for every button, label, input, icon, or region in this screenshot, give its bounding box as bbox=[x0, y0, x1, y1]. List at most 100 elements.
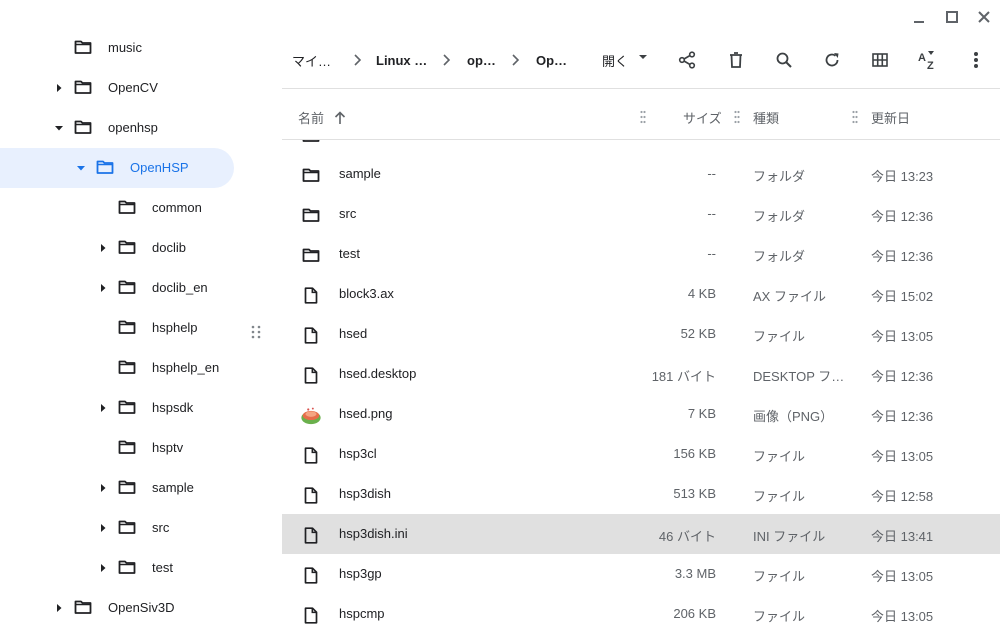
breadcrumb-item-my-files[interactable]: マイ… bbox=[292, 40, 331, 80]
file-type: ファイル bbox=[753, 569, 806, 584]
table-row[interactable]: test -- フォルダ 今日 12:36 bbox=[282, 234, 1000, 274]
column-size-header[interactable]: サイズ bbox=[683, 108, 722, 127]
sidebar-item-hspsdk[interactable]: hspsdk bbox=[0, 388, 234, 428]
column-date-header[interactable]: 更新日 bbox=[871, 108, 910, 127]
expand-arrow-down-icon[interactable] bbox=[54, 123, 64, 133]
table-row[interactable]: hsed.desktop 181 バイト DESKTOP フ… 今日 12:36 bbox=[282, 354, 1000, 394]
table-row[interactable]: hsed 52 KB ファイル 今日 13:05 bbox=[282, 314, 1000, 354]
sidebar-item-doclib_en[interactable]: doclib_en bbox=[0, 268, 234, 308]
column-name-header[interactable]: 名前 bbox=[298, 108, 346, 127]
table-row[interactable]: hsed.png 7 KB 画像（PNG） 今日 12:36 bbox=[282, 394, 1000, 434]
close-button[interactable] bbox=[973, 6, 995, 28]
file-size: 181 バイト bbox=[651, 369, 716, 384]
image-thumbnail-icon bbox=[300, 404, 322, 426]
chevron-right-icon bbox=[353, 40, 363, 80]
expand-arrow-right-icon[interactable] bbox=[98, 243, 108, 253]
breadcrumb-item-openhsp[interactable]: op… bbox=[467, 40, 496, 80]
chevron-right-icon bbox=[511, 40, 521, 80]
file-date: 今日 12:36 bbox=[871, 369, 934, 384]
refresh-button[interactable] bbox=[820, 48, 844, 72]
expand-arrow-right-icon[interactable] bbox=[98, 403, 108, 413]
folder-icon bbox=[118, 559, 138, 577]
file-name: hsp3gp bbox=[339, 566, 382, 581]
file-type: AX ファイル bbox=[753, 289, 826, 304]
table-row[interactable]: block3.ax 4 KB AX ファイル 今日 15:02 bbox=[282, 274, 1000, 314]
sidebar-item-hsphelp[interactable]: hsphelp bbox=[0, 308, 234, 348]
file-icon bbox=[300, 364, 322, 386]
folder-icon bbox=[118, 519, 138, 537]
file-icon bbox=[300, 444, 322, 466]
sort-button[interactable]: A Z bbox=[916, 48, 940, 72]
sidebar-item-openhsp[interactable]: OpenHSP bbox=[0, 148, 234, 188]
file-size: -- bbox=[707, 166, 716, 181]
expand-arrow-right-icon[interactable] bbox=[98, 563, 108, 573]
more-options-button[interactable] bbox=[964, 48, 988, 72]
sidebar-item-src[interactable]: src bbox=[0, 508, 234, 548]
sidebar-item-opencv[interactable]: OpenCV bbox=[0, 68, 234, 108]
table-row[interactable]: sample -- フォルダ 今日 13:23 bbox=[282, 154, 1000, 194]
file-size: -- bbox=[707, 206, 716, 221]
sidebar-item-sample[interactable]: sample bbox=[0, 468, 234, 508]
splitter-grip-icon[interactable] bbox=[250, 325, 262, 339]
sidebar-item-label: common bbox=[152, 200, 202, 215]
delete-button[interactable] bbox=[724, 48, 748, 72]
table-row[interactable]: src -- フォルダ 今日 12:36 bbox=[282, 194, 1000, 234]
sidebar-item-label: test bbox=[152, 560, 173, 575]
maximize-icon bbox=[946, 11, 958, 23]
table-row[interactable]: hspcmp 206 KB ファイル 今日 13:05 bbox=[282, 594, 1000, 632]
sidebar-item-label: doclib_en bbox=[152, 280, 208, 295]
file-size: 46 バイト bbox=[658, 529, 716, 544]
expand-arrow-right-icon[interactable] bbox=[98, 523, 108, 533]
file-type: フォルダ bbox=[753, 249, 806, 264]
file-type: 画像（PNG） bbox=[753, 409, 834, 424]
table-row[interactable]: hsp3dish 513 KB ファイル 今日 12:58 bbox=[282, 474, 1000, 514]
minimize-button[interactable] bbox=[908, 6, 930, 28]
grid-view-button[interactable] bbox=[868, 48, 892, 72]
chevron-right-icon bbox=[442, 40, 452, 80]
sort-az-icon: A Z bbox=[918, 51, 934, 71]
table-row[interactable] bbox=[282, 140, 1000, 154]
expand-arrow-right-icon[interactable] bbox=[98, 283, 108, 293]
open-button[interactable]: 開く bbox=[602, 40, 650, 80]
breadcrumb-item-linux[interactable]: Linux … bbox=[376, 40, 427, 80]
column-resize-grip-icon[interactable] bbox=[640, 110, 646, 124]
expand-arrow-down-icon[interactable] bbox=[76, 163, 86, 173]
expand-arrow-right-icon[interactable] bbox=[54, 83, 64, 93]
file-date: 今日 13:23 bbox=[871, 169, 934, 184]
sidebar-item-test[interactable]: test bbox=[0, 548, 234, 588]
share-icon bbox=[678, 51, 696, 69]
column-resize-grip-icon[interactable] bbox=[852, 110, 858, 124]
expand-arrow-right-icon[interactable] bbox=[54, 603, 64, 613]
file-icon bbox=[300, 604, 322, 626]
file-date: 今日 12:36 bbox=[871, 209, 934, 224]
sidebar-item-hsptv[interactable]: hsptv bbox=[0, 428, 234, 468]
search-button[interactable] bbox=[772, 48, 796, 72]
folder-icon bbox=[118, 239, 138, 257]
expand-arrow-right-icon[interactable] bbox=[98, 483, 108, 493]
sidebar-item-openhsp[interactable]: openhsp bbox=[0, 108, 234, 148]
file-type: ファイル bbox=[753, 489, 806, 504]
sidebar-item-hsphelp_en[interactable]: hsphelp_en bbox=[0, 348, 234, 388]
file-type: フォルダ bbox=[753, 209, 806, 224]
file-icon bbox=[300, 324, 322, 346]
breadcrumb-item-openhsp-current[interactable]: Op… bbox=[536, 40, 567, 80]
folder-icon bbox=[118, 359, 138, 377]
file-date: 今日 13:05 bbox=[871, 609, 934, 624]
sidebar-item-music[interactable]: music bbox=[0, 28, 234, 68]
share-button[interactable] bbox=[675, 48, 699, 72]
table-row[interactable]: hsp3cl 156 KB ファイル 今日 13:05 bbox=[282, 434, 1000, 474]
search-icon bbox=[776, 52, 792, 68]
sidebar-item-opensiv3d[interactable]: OpenSiv3D bbox=[0, 588, 234, 628]
maximize-button[interactable] bbox=[941, 6, 963, 28]
column-type-header[interactable]: 種類 bbox=[753, 108, 779, 127]
sidebar-item-common[interactable]: common bbox=[0, 188, 234, 228]
table-row[interactable]: hsp3gp 3.3 MB ファイル 今日 13:05 bbox=[282, 554, 1000, 594]
file-name: hsp3dish bbox=[339, 486, 392, 501]
dropdown-arrow-icon bbox=[639, 55, 648, 59]
table-row[interactable]: hsp3dish.ini 46 バイト INI ファイル 今日 13:41 bbox=[282, 514, 1000, 554]
file-type: INI ファイル bbox=[753, 529, 826, 544]
column-resize-grip-icon[interactable] bbox=[734, 110, 740, 124]
folder-icon bbox=[74, 599, 94, 617]
sidebar-item-label: doclib bbox=[152, 240, 186, 255]
sidebar-item-doclib[interactable]: doclib bbox=[0, 228, 234, 268]
